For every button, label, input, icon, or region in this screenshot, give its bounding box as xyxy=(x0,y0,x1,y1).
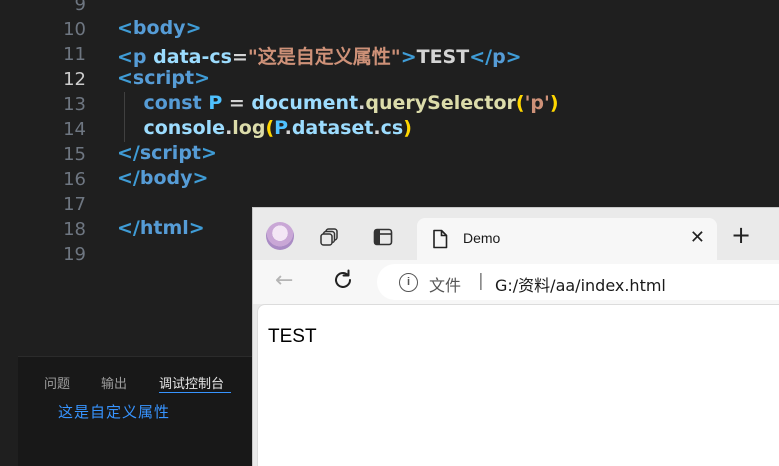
code-token: script xyxy=(139,142,201,164)
line-number: 14 xyxy=(63,119,86,140)
line-number: 13 xyxy=(63,94,86,115)
code-token: < xyxy=(117,67,133,89)
code-token: querySelector xyxy=(365,92,516,114)
panel-left-margin xyxy=(0,356,18,465)
page-paragraph: TEST xyxy=(268,326,317,347)
code-token: ( xyxy=(265,117,275,139)
code-line[interactable]: </html> xyxy=(117,217,205,242)
line-number: 17 xyxy=(63,194,86,215)
new-tab-button[interactable]: + xyxy=(731,222,751,248)
code-token: document xyxy=(251,92,359,114)
code-line[interactable]: <script> xyxy=(117,67,210,92)
address-bar[interactable]: i 文件 | G:/资料/aa/index.html xyxy=(377,264,779,300)
code-token: body xyxy=(132,17,186,39)
page-icon xyxy=(433,229,448,249)
profile-avatar[interactable] xyxy=(266,222,294,250)
page-content: TEST xyxy=(257,304,779,466)
line-number: 18 xyxy=(63,219,86,240)
code-token: ) xyxy=(549,92,559,114)
line-number: 10 xyxy=(63,19,86,40)
browser-tab-strip: Demo ✕ + xyxy=(253,208,779,260)
line-number: 15 xyxy=(63,144,86,165)
code-token: P xyxy=(208,92,223,114)
refresh-icon[interactable] xyxy=(331,268,355,292)
code-token: ( xyxy=(515,92,525,114)
active-tab-indicator xyxy=(159,392,231,393)
code-token: </ xyxy=(469,46,493,68)
code-token: console xyxy=(143,117,226,139)
code-token: data-cs xyxy=(153,46,232,68)
line-number: 19 xyxy=(63,244,86,265)
code-token: P xyxy=(274,117,285,139)
code-token: > xyxy=(188,217,205,239)
code-token: = xyxy=(222,92,252,114)
code-token: 'p' xyxy=(524,92,550,114)
browser-toolbar: ← i 文件 | G:/资料/aa/index.html xyxy=(253,260,779,304)
code-token: ) xyxy=(403,117,412,139)
code-token: dataset xyxy=(291,117,374,139)
code-token: TEST xyxy=(416,46,470,68)
code-token: > xyxy=(185,17,202,39)
code-line[interactable]: </body> xyxy=(117,167,208,192)
code-token: p xyxy=(132,46,147,68)
code-token: </ xyxy=(117,167,140,189)
code-token: </ xyxy=(117,142,140,164)
code-line[interactable]: <body> xyxy=(117,17,201,42)
line-number: 11 xyxy=(63,44,86,65)
workspaces-icon[interactable] xyxy=(319,226,341,248)
tab-debug-console[interactable]: 调试控制台 xyxy=(159,373,224,392)
line-number: 9 xyxy=(74,0,86,15)
close-icon[interactable]: ✕ xyxy=(690,228,705,248)
line-number-gutter: 9 10 11 12 13 14 15 16 17 18 19 xyxy=(0,0,100,356)
code-token: > xyxy=(201,142,217,164)
tab-title: Demo xyxy=(463,230,501,246)
code-line[interactable]: const P = document.querySelector('p') xyxy=(117,92,559,117)
line-number: 16 xyxy=(63,169,86,190)
code-token: > xyxy=(400,46,417,68)
address-separator: | xyxy=(478,271,484,291)
code-token: > xyxy=(194,67,210,89)
code-line[interactable]: console.log(P.dataset.cs) xyxy=(117,117,412,142)
code-token: script xyxy=(132,67,195,89)
tab-output[interactable]: 输出 xyxy=(101,373,127,392)
code-line[interactable]: </script> xyxy=(117,142,217,167)
code-token: const xyxy=(143,92,202,114)
code-token: < xyxy=(117,46,133,68)
code-token: . xyxy=(284,117,292,139)
address-scheme-label: 文件 xyxy=(429,276,462,295)
line-number: 12 xyxy=(63,69,86,90)
code-token: cs xyxy=(380,117,404,139)
code-token: > xyxy=(192,167,209,189)
browser-window: Demo ✕ + ← i 文件 | G:/资料/aa/index.html TE… xyxy=(252,207,779,466)
code-token: "这是自定义属性" xyxy=(247,46,401,68)
tab-problems[interactable]: 问题 xyxy=(44,373,70,392)
vertical-tabs-icon[interactable] xyxy=(372,226,394,248)
code-token: > xyxy=(505,46,522,68)
code-token: </ xyxy=(117,217,140,239)
code-token: html xyxy=(139,217,189,239)
back-arrow-icon[interactable]: ← xyxy=(275,269,293,293)
address-url[interactable]: G:/资料/aa/index.html xyxy=(495,272,666,296)
code-token: log xyxy=(232,117,266,139)
info-icon[interactable]: i xyxy=(399,273,418,292)
code-token: . xyxy=(373,117,381,139)
code-token: p xyxy=(492,46,506,68)
console-output-line: 这是自定义属性 xyxy=(58,403,171,421)
code-line[interactable]: <p data-cs="这是自定义属性">TEST</p> xyxy=(117,42,522,68)
code-token: body xyxy=(139,167,193,189)
code-token: = xyxy=(231,46,248,68)
browser-tab-demo[interactable]: Demo ✕ xyxy=(417,218,717,260)
code-token: < xyxy=(117,17,133,39)
